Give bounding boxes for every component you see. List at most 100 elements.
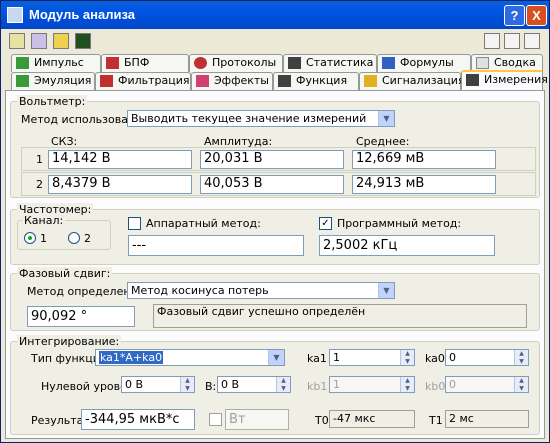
calendar-icon[interactable] — [9, 33, 25, 49]
chevron-down-icon[interactable]: ▼ — [378, 283, 394, 298]
tab-label: Импульс — [34, 56, 84, 69]
phase-shift-value: 90,092 ° — [27, 306, 135, 327]
chevron-down-icon[interactable]: ▼ — [378, 111, 394, 126]
ka1-spinner[interactable]: 1 ▲ ▼ — [329, 349, 415, 366]
emulation-icon — [16, 75, 29, 87]
tab-impulse[interactable]: Импульс — [11, 54, 101, 72]
channel-2-label: 2 — [84, 232, 91, 245]
spinner-buttons[interactable]: ▲ ▼ — [400, 377, 414, 392]
fft-icon — [106, 57, 119, 69]
kb1-spinner[interactable]: 1 ▲ ▼ — [329, 376, 415, 393]
software-method-value: 2,5002 кГц — [319, 235, 495, 256]
hardware-method-checkbox[interactable] — [128, 217, 141, 230]
software-method-checkbox[interactable]: ✓ — [319, 217, 332, 230]
effects-icon — [196, 75, 209, 87]
channel-label: Канал: — [22, 214, 66, 227]
phase-status-text: Фазовый сдвиг успешно определён — [153, 304, 527, 328]
tab-statistics[interactable]: Статистика — [283, 54, 377, 72]
protocols-icon — [194, 57, 207, 69]
voltmeter-row-2: 2 8,4379 В 40,053 В 24,913 мВ — [21, 172, 536, 196]
impulse-icon — [16, 57, 29, 69]
app-icon — [7, 7, 23, 23]
tab-label: Измерения — [484, 73, 548, 86]
channel-2-radio[interactable] — [68, 232, 80, 244]
rms-value-2: 8,4379 В — [48, 175, 192, 194]
tab-label: БПФ — [124, 56, 150, 69]
voltmeter-group: Вольтметр: Метод использования: Выводить… — [10, 95, 540, 198]
tab-label: Статистика — [306, 56, 374, 69]
kb0-spinner[interactable]: 0 ▲ ▼ — [445, 376, 529, 393]
measurements-panel: Вольтметр: Метод использования: Выводить… — [5, 90, 545, 439]
window-title: Модуль анализа — [29, 7, 136, 22]
tab-effects[interactable]: Эффекты — [191, 72, 273, 90]
help-button[interactable]: ? — [504, 5, 525, 26]
tab-label: Эмуляция — [34, 74, 92, 87]
info-icon[interactable] — [31, 33, 47, 49]
tab-label: Протоколы — [212, 56, 277, 69]
summary-icon — [476, 57, 489, 69]
tab-label: Фильтрация — [118, 74, 190, 87]
analysis-window: Модуль анализа ? X Импульс БПФ Протоколы… — [0, 0, 550, 443]
signaling-icon — [364, 75, 377, 87]
channel-group: Канал: 1 2 — [17, 214, 111, 250]
tab-label: Сигнализация — [382, 74, 465, 87]
usage-method-value: Выводить текущее значение измерений — [131, 112, 367, 125]
tab-signaling[interactable]: Сигнализация — [359, 72, 465, 90]
hardware-method-value: --- — [128, 235, 304, 256]
ka1-label: ka1 — [307, 352, 327, 365]
t1-label: T1 — [429, 414, 443, 427]
function-type-select[interactable]: ka1*A+ka0 ▼ — [95, 349, 285, 366]
zero-level-a-spinner[interactable]: 0 В ▲ ▼ — [121, 376, 195, 393]
spinner-buttons[interactable]: ▲ ▼ — [400, 350, 414, 365]
determination-method-select[interactable]: Метод косинуса потерь ▼ — [127, 282, 395, 299]
tab-filtering[interactable]: Фильтрация — [95, 72, 191, 90]
tab-row-2: Эмуляция Фильтрация Эффекты Функция Сигн… — [5, 70, 548, 91]
close-button[interactable]: X — [526, 5, 547, 26]
phase-shift-legend: Фазовый сдвиг: — [17, 267, 113, 280]
kb1-label: kb1 — [307, 380, 328, 393]
software-method-label: Программный метод: — [337, 217, 462, 230]
t0-value: -47 мкс — [329, 410, 415, 428]
spinner-buttons[interactable]: ▲ ▼ — [276, 377, 290, 392]
voltmeter-legend: Вольтметр: — [17, 95, 88, 108]
watt-label: Вт — [225, 409, 289, 430]
integration-legend: Интегрирование: — [17, 335, 122, 348]
signal-icon[interactable] — [53, 33, 69, 49]
tab-emulation[interactable]: Эмуляция — [11, 72, 95, 90]
title-bar[interactable]: Модуль анализа ? X — [1, 1, 549, 29]
minimize-icon[interactable] — [504, 33, 520, 49]
chevron-down-icon[interactable]: ▼ — [268, 350, 284, 365]
tab-formulas[interactable]: Формулы — [377, 54, 471, 72]
average-value-2: 24,913 мВ — [352, 175, 496, 194]
tab-measurements[interactable]: Измерения — [461, 70, 548, 91]
oscilloscope-icon[interactable] — [75, 33, 91, 49]
result-value: -344,95 мкВ*с — [81, 409, 195, 430]
tab-label: Сводка — [494, 56, 536, 69]
spinner-buttons[interactable]: ▲ ▼ — [180, 377, 194, 392]
voltmeter-row-1: 1 14,142 В 20,031 В 12,669 мВ — [21, 147, 536, 171]
spinner-buttons[interactable]: ▲ ▼ — [514, 350, 528, 365]
channel-1-radio[interactable] — [24, 232, 36, 244]
ka0-spinner[interactable]: 0 ▲ ▼ — [445, 349, 529, 366]
statistics-icon — [288, 57, 301, 69]
t1-value: 2 мс — [445, 410, 529, 428]
tab-function[interactable]: Функция — [273, 72, 359, 90]
amplitude-value-1: 20,031 В — [200, 150, 344, 169]
tab-fft[interactable]: БПФ — [101, 54, 189, 72]
zero-level-b-spinner[interactable]: 0 В ▲ ▼ — [217, 376, 291, 393]
tab-label: Функция — [296, 74, 348, 87]
spinner-buttons[interactable]: ▲ ▼ — [514, 377, 528, 392]
zero-level-a-value: 0 В — [125, 378, 144, 391]
tab-label: Формулы — [400, 56, 454, 69]
restore-icon[interactable] — [484, 33, 500, 49]
row-number: 2 — [36, 178, 43, 191]
zero-level-b-label: В: — [205, 380, 217, 393]
channel-1-label: 1 — [40, 232, 47, 245]
rms-value-1: 14,142 В — [48, 150, 192, 169]
watt-checkbox[interactable] — [209, 413, 222, 426]
maximize-icon[interactable] — [524, 33, 540, 49]
tab-protocols[interactable]: Протоколы — [189, 54, 283, 72]
phase-shift-group: Фазовый сдвиг: Метод определения: Метод … — [10, 267, 540, 331]
usage-method-select[interactable]: Выводить текущее значение измерений ▼ — [127, 110, 395, 127]
measurements-icon — [466, 74, 479, 86]
